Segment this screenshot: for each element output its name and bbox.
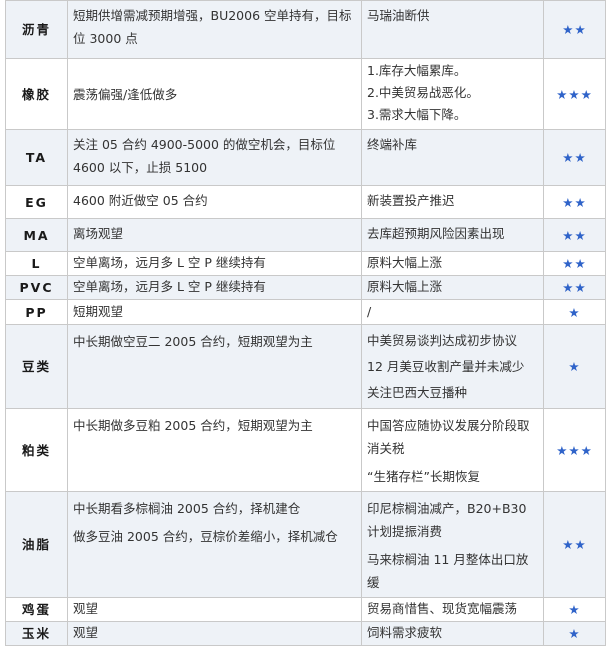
strategy-text: 离场观望 [73, 226, 124, 241]
commodity-name: 豆类 [5, 324, 68, 409]
commodity-name: L [5, 251, 68, 276]
commodity-name: TA [5, 129, 68, 186]
driver-text: 原料大幅上涨 [367, 279, 443, 294]
strategy-text: 空单离场，远月多 L 空 P 继续持有 [73, 279, 266, 294]
driver-cell: 1.库存大幅累库。 2.中美贸易战恶化。 3.需求大幅下降。 [361, 58, 544, 130]
strategy-text: 观望 [73, 625, 99, 640]
table-row: 油脂 中长期看多棕榈油 2005 合约，择机建仓 做多豆油 2005 合约，豆棕… [5, 491, 606, 598]
commodity-name: 玉米 [5, 621, 68, 646]
driver-text: 中美贸易谈判达成初步协议 [367, 333, 518, 348]
rating-stars: ★★ [543, 129, 606, 186]
driver-text: 3.需求大幅下降。 [367, 107, 467, 122]
driver-cell: 贸易商惜售、现货宽幅震荡 [361, 597, 544, 622]
strategy-text: 短期观望 [73, 304, 124, 319]
strategy-cell: 观望 [67, 621, 362, 646]
driver-cell: 终端补库 [361, 129, 544, 186]
commodity-name: PP [5, 299, 68, 325]
strategy-text: 关注 05 合约 4900-5000 的做空机会，目标位 4600 以下，止损 … [73, 137, 336, 175]
strategy-text: 中长期做空豆二 2005 合约，短期观望为主 [73, 334, 313, 349]
strategy-cell: 空单离场，远月多 L 空 P 继续持有 [67, 251, 362, 276]
strategy-cell: 短期观望 [67, 299, 362, 325]
driver-text: 去库超预期风险因素出现 [367, 226, 505, 241]
driver-cell: / [361, 299, 544, 325]
strategy-text: 中长期做多豆粕 2005 合约，短期观望为主 [73, 418, 313, 433]
commodity-name: PVC [5, 275, 68, 300]
strategy-text: 中长期看多棕榈油 2005 合约，择机建仓 [73, 501, 301, 516]
driver-text: 马来棕榈油 11 月整体出口放缓 [367, 552, 529, 590]
table-row: 豆类 中长期做空豆二 2005 合约，短期观望为主 中美贸易谈判达成初步协议 1… [5, 324, 606, 409]
table-row: PP 短期观望 / ★ [5, 299, 606, 325]
driver-text: 12 月美豆收割产量并未减少 [367, 359, 525, 374]
commodity-name: 粕类 [5, 408, 68, 492]
table-row: L 空单离场，远月多 L 空 P 继续持有 原料大幅上涨 ★★ [5, 251, 606, 276]
strategy-cell: 观望 [67, 597, 362, 622]
rating-stars: ★★ [543, 185, 606, 219]
commodity-name: 鸡蛋 [5, 597, 68, 622]
table-row: TA 关注 05 合约 4900-5000 的做空机会，目标位 4600 以下，… [5, 129, 606, 186]
driver-text: 2.中美贸易战恶化。 [367, 85, 479, 100]
driver-cell: 中美贸易谈判达成初步协议 12 月美豆收割产量并未减少 关注巴西大豆播种 [361, 324, 544, 409]
commodity-name: 油脂 [5, 491, 68, 598]
table-row: MA 离场观望 去库超预期风险因素出现 ★★ [5, 218, 606, 252]
driver-text: 马瑞油断供 [367, 8, 430, 23]
rating-stars: ★★ [543, 0, 606, 59]
rating-stars: ★ [543, 597, 606, 622]
strategy-cell: 中长期看多棕榈油 2005 合约，择机建仓 做多豆油 2005 合约，豆棕价差缩… [67, 491, 362, 598]
driver-cell: 中国答应随协议发展分阶段取消关税 “生猪存栏”长期恢复 [361, 408, 544, 492]
rating-stars: ★ [543, 324, 606, 409]
commodity-name: EG [5, 185, 68, 219]
strategy-cell: 关注 05 合约 4900-5000 的做空机会，目标位 4600 以下，止损 … [67, 129, 362, 186]
strategy-text: 空单离场，远月多 L 空 P 继续持有 [73, 255, 266, 270]
driver-text: 新装置投产推迟 [367, 193, 455, 208]
table-row: 沥青 短期供增需减预期增强，BU2006 空单持有，目标位 3000 点 马瑞油… [5, 0, 606, 59]
rating-stars: ★ [543, 299, 606, 325]
driver-text: 饲料需求疲软 [367, 625, 443, 640]
driver-cell: 印尼棕榈油减产，B20+B30 计划提振消费 马来棕榈油 11 月整体出口放缓 [361, 491, 544, 598]
driver-text: 印尼棕榈油减产，B20+B30 计划提振消费 [367, 501, 527, 539]
table-row: 橡胶 震荡偏强/逢低做多 1.库存大幅累库。 2.中美贸易战恶化。 3.需求大幅… [5, 58, 606, 130]
driver-text: 中国答应随协议发展分阶段取消关税 [367, 418, 530, 456]
rating-stars: ★★ [543, 251, 606, 276]
driver-cell: 马瑞油断供 [361, 0, 544, 59]
strategy-text: 震荡偏强/逢低做多 [73, 86, 178, 102]
strategy-cell: 中长期做多豆粕 2005 合约，短期观望为主 [67, 408, 362, 492]
driver-cell: 原料大幅上涨 [361, 251, 544, 276]
strategy-cell: 震荡偏强/逢低做多 [67, 58, 362, 130]
driver-text: 终端补库 [367, 137, 418, 152]
rating-stars: ★★ [543, 218, 606, 252]
driver-cell: 原料大幅上涨 [361, 275, 544, 300]
driver-cell: 新装置投产推迟 [361, 185, 544, 219]
commodity-name: 沥青 [5, 0, 68, 59]
rating-stars: ★ [543, 621, 606, 646]
strategy-cell: 短期供增需减预期增强，BU2006 空单持有，目标位 3000 点 [67, 0, 362, 59]
driver-text: / [367, 304, 372, 319]
table-row: 粕类 中长期做多豆粕 2005 合约，短期观望为主 中国答应随协议发展分阶段取消… [5, 408, 606, 492]
strategy-text: 4600 附近做空 05 合约 [73, 193, 208, 208]
rating-stars: ★★★ [543, 408, 606, 492]
rating-stars: ★★★ [543, 58, 606, 130]
strategy-text: 做多豆油 2005 合约，豆棕价差缩小，择机减仓 [73, 529, 338, 544]
table-row: EG 4600 附近做空 05 合约 新装置投产推迟 ★★ [5, 185, 606, 219]
driver-cell: 饲料需求疲软 [361, 621, 544, 646]
driver-text: 关注巴西大豆播种 [367, 385, 468, 400]
table-row: 玉米 观望 饲料需求疲软 ★ [5, 621, 606, 646]
strategy-text: 短期供增需减预期增强，BU2006 空单持有，目标位 3000 点 [73, 8, 352, 46]
driver-text: 原料大幅上涨 [367, 255, 443, 270]
strategy-text: 观望 [73, 601, 99, 616]
table-row: 鸡蛋 观望 贸易商惜售、现货宽幅震荡 ★ [5, 597, 606, 622]
driver-text: 1.库存大幅累库。 [367, 63, 467, 78]
strategy-cell: 4600 附近做空 05 合约 [67, 185, 362, 219]
commodity-strategy-table: 沥青 短期供增需减预期增强，BU2006 空单持有，目标位 3000 点 马瑞油… [5, 0, 606, 646]
rating-stars: ★★ [543, 275, 606, 300]
table-row: PVC 空单离场，远月多 L 空 P 继续持有 原料大幅上涨 ★★ [5, 275, 606, 300]
strategy-cell: 空单离场，远月多 L 空 P 继续持有 [67, 275, 362, 300]
strategy-cell: 中长期做空豆二 2005 合约，短期观望为主 [67, 324, 362, 409]
driver-cell: 去库超预期风险因素出现 [361, 218, 544, 252]
driver-text: “生猪存栏”长期恢复 [367, 469, 480, 484]
commodity-name: 橡胶 [5, 58, 68, 130]
commodity-name: MA [5, 218, 68, 252]
driver-text: 贸易商惜售、现货宽幅震荡 [367, 601, 518, 616]
strategy-cell: 离场观望 [67, 218, 362, 252]
rating-stars: ★★ [543, 491, 606, 598]
